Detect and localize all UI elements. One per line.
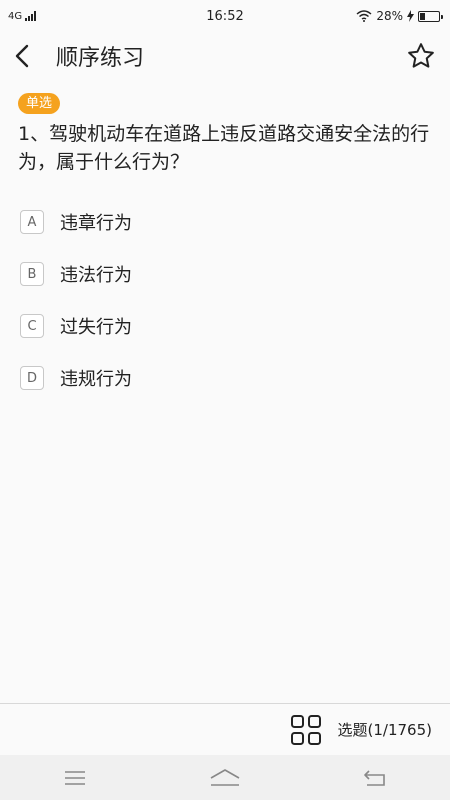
page-title: 顺序练习 (56, 46, 145, 71)
chevron-left-icon (15, 44, 29, 68)
app-header: 顺序练习 (0, 32, 450, 80)
option-text: 过失行为 (60, 317, 132, 338)
battery-percent: 28% (376, 9, 403, 23)
star-outline-icon (408, 43, 434, 68)
nav-home-button[interactable] (195, 758, 255, 798)
question-type-badge: 单选 (18, 93, 61, 114)
back-arrow-icon (364, 769, 385, 786)
signal-icon (25, 11, 37, 21)
wifi-icon (356, 10, 372, 22)
question-text: 1、驾驶机动车在道路上违反道路交通安全法的行为，属于什么行为？ (18, 123, 430, 173)
system-nav-bar (0, 755, 450, 800)
favorite-button[interactable] (396, 36, 436, 76)
question-select-button[interactable]: 选题(1/1765) (290, 714, 432, 746)
network-type: 4G (8, 10, 23, 22)
status-right: 28% (356, 9, 443, 23)
charging-icon (407, 10, 414, 22)
option-key: C (20, 314, 44, 338)
option-b[interactable]: B 违法行为 (20, 248, 430, 300)
option-c[interactable]: C 过失行为 (20, 300, 430, 352)
back-button[interactable] (14, 36, 50, 76)
menu-icon (65, 770, 85, 785)
nav-menu-button[interactable] (45, 758, 105, 798)
option-key: B (20, 262, 44, 286)
options-list: A 违章行为 B 违法行为 C 过失行为 D 违规行为 (20, 196, 430, 404)
status-bar: 4G 16:52 28% (0, 0, 450, 32)
option-key: A (20, 210, 44, 234)
home-icon (210, 768, 240, 786)
battery-fill (420, 12, 426, 20)
bottom-toolbar: 选题(1/1765) (0, 703, 450, 755)
option-text: 违章行为 (60, 213, 132, 234)
option-key: D (20, 366, 44, 390)
nav-back-button[interactable] (345, 758, 405, 798)
option-text: 违法行为 (60, 265, 132, 286)
battery-icon (418, 10, 443, 22)
option-text: 违规行为 (60, 369, 132, 390)
question-select-label: 选题(1/1765) (337, 721, 432, 739)
option-d[interactable]: D 违规行为 (20, 352, 430, 404)
status-left: 4G (8, 10, 37, 22)
grid-icon (290, 714, 321, 745)
option-a[interactable]: A 违章行为 (20, 196, 430, 248)
question-section: 单选 1、驾驶机动车在道路上违反道路交通安全法的行为，属于什么行为？ (18, 92, 432, 176)
